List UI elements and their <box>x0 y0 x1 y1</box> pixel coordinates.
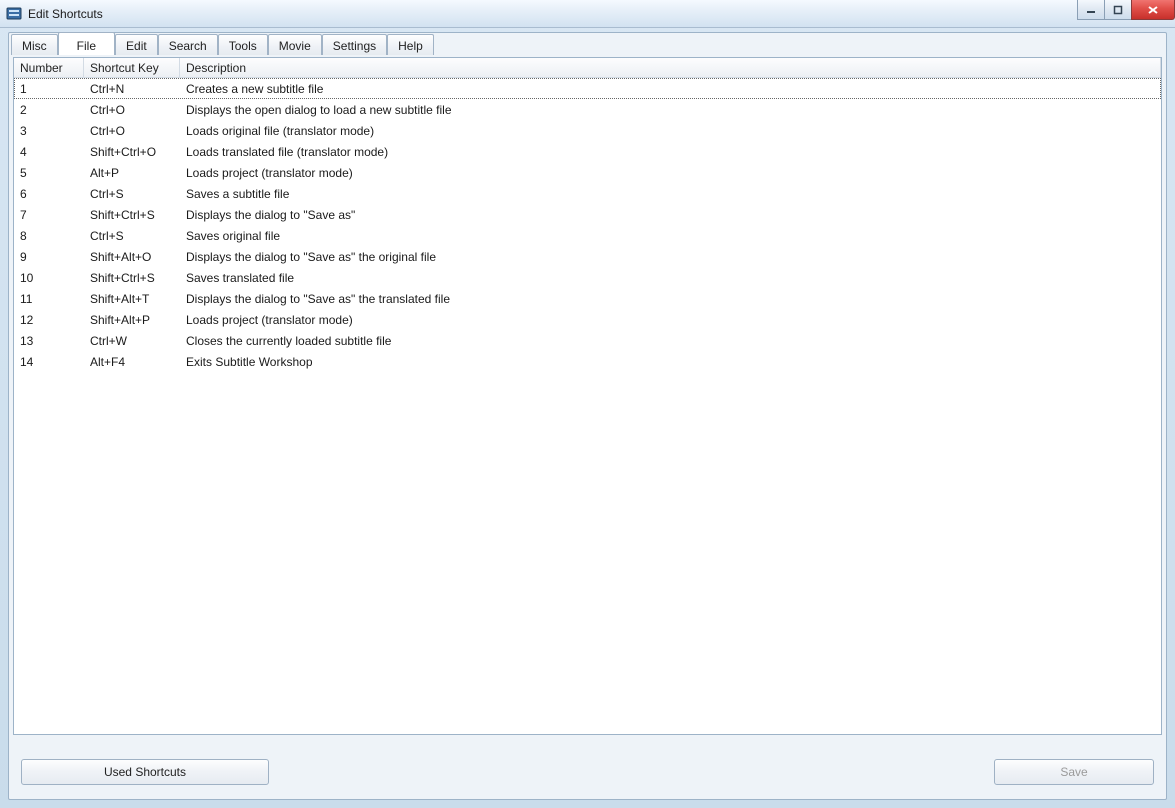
cell-shortcut-key: Shift+Ctrl+S <box>84 271 180 285</box>
shortcuts-listview[interactable]: Number Shortcut Key Description 1Ctrl+NC… <box>13 57 1162 735</box>
tab-edit[interactable]: Edit <box>115 34 158 55</box>
cell-description: Saves original file <box>180 229 1161 243</box>
cell-number: 2 <box>14 103 84 117</box>
table-row[interactable]: 11Shift+Alt+TDisplays the dialog to "Sav… <box>14 288 1161 309</box>
table-row[interactable]: 5Alt+PLoads project (translator mode) <box>14 162 1161 183</box>
table-row[interactable]: 13Ctrl+WCloses the currently loaded subt… <box>14 330 1161 351</box>
cell-description: Displays the dialog to "Save as" the tra… <box>180 292 1161 306</box>
cell-number: 3 <box>14 124 84 138</box>
table-row[interactable]: 2Ctrl+ODisplays the open dialog to load … <box>14 99 1161 120</box>
cell-shortcut-key: Shift+Alt+T <box>84 292 180 306</box>
table-row[interactable]: 7Shift+Ctrl+SDisplays the dialog to "Sav… <box>14 204 1161 225</box>
cell-shortcut-key: Ctrl+O <box>84 124 180 138</box>
table-row[interactable]: 6Ctrl+SSaves a subtitle file <box>14 183 1161 204</box>
cell-number: 9 <box>14 250 84 264</box>
cell-description: Saves a subtitle file <box>180 187 1161 201</box>
cell-number: 12 <box>14 313 84 327</box>
table-row[interactable]: 8Ctrl+SSaves original file <box>14 225 1161 246</box>
cell-shortcut-key: Shift+Alt+O <box>84 250 180 264</box>
cell-shortcut-key: Ctrl+S <box>84 187 180 201</box>
column-header-shortcut-key[interactable]: Shortcut Key <box>84 58 180 77</box>
tab-movie[interactable]: Movie <box>268 34 322 55</box>
cell-number: 7 <box>14 208 84 222</box>
cell-shortcut-key: Alt+F4 <box>84 355 180 369</box>
window-title: Edit Shortcuts <box>28 7 103 21</box>
listview-header: Number Shortcut Key Description <box>14 58 1161 78</box>
cell-description: Saves translated file <box>180 271 1161 285</box>
table-row[interactable]: 12Shift+Alt+PLoads project (translator m… <box>14 309 1161 330</box>
cell-shortcut-key: Shift+Ctrl+S <box>84 208 180 222</box>
cell-description: Loads project (translator mode) <box>180 313 1161 327</box>
tab-bar: MiscFileEditSearchToolsMovieSettingsHelp <box>11 34 1166 56</box>
cell-description: Displays the dialog to "Save as" <box>180 208 1161 222</box>
cell-number: 1 <box>14 82 84 96</box>
cell-number: 14 <box>14 355 84 369</box>
cell-number: 10 <box>14 271 84 285</box>
cell-number: 6 <box>14 187 84 201</box>
table-row[interactable]: 9Shift+Alt+ODisplays the dialog to "Save… <box>14 246 1161 267</box>
cell-shortcut-key: Alt+P <box>84 166 180 180</box>
cell-description: Loads project (translator mode) <box>180 166 1161 180</box>
minimize-button[interactable] <box>1077 0 1105 20</box>
listview-body[interactable]: 1Ctrl+NCreates a new subtitle file2Ctrl+… <box>14 78 1161 734</box>
cell-number: 11 <box>14 292 84 306</box>
cell-description: Creates a new subtitle file <box>180 82 1161 96</box>
table-row[interactable]: 14Alt+F4Exits Subtitle Workshop <box>14 351 1161 372</box>
window-controls <box>1078 0 1175 20</box>
cell-description: Loads original file (translator mode) <box>180 124 1161 138</box>
table-row[interactable]: 3Ctrl+OLoads original file (translator m… <box>14 120 1161 141</box>
main-panel: MiscFileEditSearchToolsMovieSettingsHelp… <box>8 32 1167 800</box>
cell-number: 5 <box>14 166 84 180</box>
tab-misc[interactable]: Misc <box>11 34 58 55</box>
tab-tools[interactable]: Tools <box>218 34 268 55</box>
close-button[interactable] <box>1131 0 1175 20</box>
cell-shortcut-key: Ctrl+N <box>84 82 180 96</box>
cell-number: 4 <box>14 145 84 159</box>
table-row[interactable]: 4Shift+Ctrl+OLoads translated file (tran… <box>14 141 1161 162</box>
cell-description: Displays the dialog to "Save as" the ori… <box>180 250 1161 264</box>
tab-help[interactable]: Help <box>387 34 434 55</box>
cell-number: 8 <box>14 229 84 243</box>
cell-number: 13 <box>14 334 84 348</box>
cell-shortcut-key: Shift+Alt+P <box>84 313 180 327</box>
cell-description: Closes the currently loaded subtitle fil… <box>180 334 1161 348</box>
table-row[interactable]: 1Ctrl+NCreates a new subtitle file <box>14 78 1161 99</box>
cell-shortcut-key: Ctrl+O <box>84 103 180 117</box>
tab-file[interactable]: File <box>58 32 115 55</box>
used-shortcuts-button[interactable]: Used Shortcuts <box>21 759 269 785</box>
column-header-number[interactable]: Number <box>14 58 84 77</box>
cell-description: Loads translated file (translator mode) <box>180 145 1161 159</box>
titlebar: Edit Shortcuts <box>0 0 1175 28</box>
maximize-button[interactable] <box>1104 0 1132 20</box>
tab-search[interactable]: Search <box>158 34 218 55</box>
save-button[interactable]: Save <box>994 759 1154 785</box>
column-header-description[interactable]: Description <box>180 58 1161 77</box>
tab-settings[interactable]: Settings <box>322 34 387 55</box>
cell-description: Exits Subtitle Workshop <box>180 355 1161 369</box>
cell-shortcut-key: Ctrl+S <box>84 229 180 243</box>
table-row[interactable]: 10Shift+Ctrl+SSaves translated file <box>14 267 1161 288</box>
app-icon <box>6 6 22 22</box>
cell-description: Displays the open dialog to load a new s… <box>180 103 1161 117</box>
cell-shortcut-key: Shift+Ctrl+O <box>84 145 180 159</box>
cell-shortcut-key: Ctrl+W <box>84 334 180 348</box>
